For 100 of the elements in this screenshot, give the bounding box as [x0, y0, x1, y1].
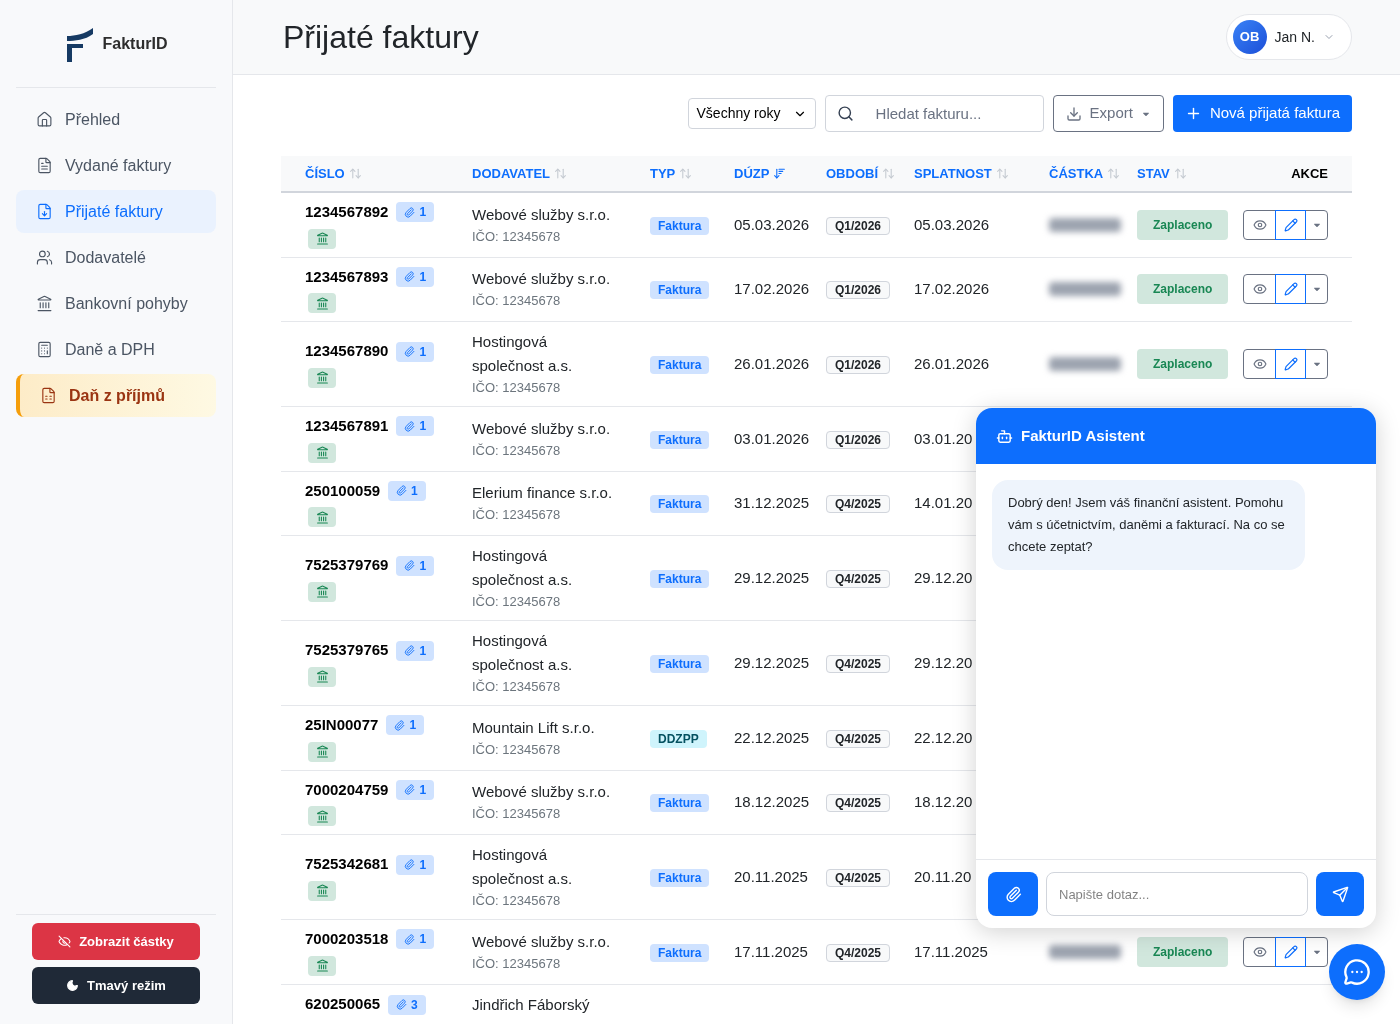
- attachment-badge[interactable]: 1: [388, 480, 426, 501]
- paperclip-icon: [404, 206, 416, 218]
- invoice-number: 1234567892: [305, 202, 389, 222]
- attach-button[interactable]: [988, 872, 1038, 916]
- attachment-badge[interactable]: 1: [396, 555, 435, 576]
- table-cell-text: 03.01.20: [914, 428, 973, 449]
- invoice-number: 250100059: [305, 480, 381, 501]
- status-badge: Zaplaceno: [1137, 936, 1229, 967]
- table-cell-text: 22.12.20: [914, 727, 973, 748]
- status-badge: Zaplaceno: [1137, 349, 1229, 379]
- chat-button[interactable]: [1329, 944, 1385, 1000]
- sidebar-item[interactable]: Vydané faktury: [16, 144, 216, 187]
- type-badge: Faktura: [650, 281, 710, 299]
- period-badge: Q4/2025: [826, 794, 891, 812]
- sidebar-item[interactable]: Dodavatelé: [16, 236, 216, 279]
- supplier-name: Hostingová společnost a.s.: [472, 845, 574, 889]
- paperclip-icon: [404, 859, 416, 870]
- status-badge: Zaplaceno: [1137, 209, 1229, 240]
- bank-glyph-icon: [315, 296, 329, 310]
- type-badge: DDZPP: [650, 729, 707, 748]
- supplier-id: IČO: 12345678: [472, 954, 562, 973]
- column-header[interactable]: STAV: [1137, 163, 1170, 184]
- paperclip-icon: [396, 485, 408, 497]
- invoice-number: 7525379769: [305, 555, 389, 576]
- period-badge: Q4/2025: [826, 654, 891, 673]
- column-header[interactable]: ČÁSTKA: [1049, 163, 1104, 184]
- column-header[interactable]: OBDOBÍ: [826, 163, 878, 184]
- brand-name: FakturID: [102, 33, 168, 54]
- attachment-badge[interactable]: 3: [388, 994, 426, 1015]
- attachment-badge[interactable]: 1: [396, 854, 435, 875]
- attachment-badge[interactable]: 1: [396, 266, 435, 287]
- supplier-name: Webové služby s.r.o.: [472, 931, 612, 952]
- bank-glyph-icon: [315, 232, 329, 245]
- period-badge: Q4/2025: [826, 868, 891, 887]
- bank-glyph-icon: [315, 670, 329, 684]
- export-button[interactable]: Export: [1052, 95, 1164, 132]
- attachment-badge[interactable]: 1: [396, 341, 435, 362]
- paperclip-icon: [404, 645, 416, 656]
- logo-icon: [64, 25, 95, 62]
- sidebar-item[interactable]: Bankovní pohyby: [16, 282, 216, 325]
- type-badge: Faktura: [650, 654, 710, 673]
- supplier-id: IČO: 12345678: [472, 506, 562, 525]
- dark-mode-button[interactable]: Tmavý režim: [32, 967, 200, 1004]
- invoice-number: 1234567893: [305, 266, 389, 287]
- column-header[interactable]: TYP: [650, 163, 676, 184]
- edit-button[interactable]: [1275, 936, 1306, 967]
- eye-icon: [1252, 357, 1267, 371]
- search-icon: [836, 105, 854, 122]
- table-cell-text: 31.12.2025: [734, 493, 810, 513]
- period-badge: Q1/2026: [826, 355, 891, 374]
- column-header[interactable]: DÚZP: [734, 163, 770, 184]
- table-cell-text: 26.01.2026: [734, 353, 810, 374]
- user-menu[interactable]: OB Jan N.: [1225, 14, 1352, 60]
- invoice-number: 7525379765: [305, 640, 389, 661]
- attachment-badge[interactable]: 1: [386, 715, 425, 736]
- document-download-icon: [36, 203, 53, 220]
- type-badge: Faktura: [650, 943, 710, 962]
- attachment-badge[interactable]: 1: [396, 202, 435, 223]
- paperclip-icon: [394, 719, 406, 731]
- search-field[interactable]: Hledat fakturu...: [824, 95, 1044, 132]
- column-header[interactable]: DODAVATEL: [472, 163, 550, 184]
- invoice-number: 25IN00077: [305, 715, 379, 735]
- column-header[interactable]: SPLATNOST: [914, 163, 992, 184]
- supplier-id: IČO: 12345678: [472, 227, 562, 246]
- attachment-badge[interactable]: 1: [396, 929, 435, 950]
- column-header: AKCE: [1291, 164, 1328, 183]
- period-badge: Q4/2025: [826, 729, 891, 748]
- attachment-badge[interactable]: 1: [396, 779, 435, 800]
- edit-button[interactable]: [1275, 209, 1306, 240]
- year-select[interactable]: Všechny roky: [687, 98, 816, 129]
- sidebar-item[interactable]: Přehled: [16, 98, 216, 141]
- paperclip-icon: [404, 784, 416, 796]
- invoice-number: 7000203518: [305, 929, 389, 949]
- eye-icon: [1252, 944, 1267, 959]
- supplier-id: IČO: 12345678: [472, 593, 562, 611]
- supplier-id: IČO: 12345678: [472, 740, 562, 759]
- send-button[interactable]: [1316, 872, 1364, 916]
- edit-button[interactable]: [1275, 349, 1306, 379]
- column-header[interactable]: ČÍSLO: [305, 163, 345, 184]
- table-cell-text: 03.01.2026: [734, 428, 810, 449]
- attachment-badge[interactable]: 1: [396, 640, 435, 661]
- paperclip-icon: [404, 346, 416, 357]
- sidebar-item[interactable]: Přijaté faktury: [16, 190, 216, 233]
- show-amounts-button[interactable]: Zobrazit částky: [32, 923, 200, 960]
- edit-button[interactable]: [1275, 274, 1306, 305]
- new-invoice-button[interactable]: Nová přijatá faktura: [1172, 95, 1352, 132]
- table-cell-text: 29.12.2025: [734, 567, 810, 588]
- bank-glyph-icon: [315, 809, 329, 823]
- bank-glyph-icon: [315, 446, 329, 459]
- sidebar-item[interactable]: Daň z příjmů: [16, 374, 216, 417]
- table-cell-text: 26.01.2026: [914, 353, 990, 374]
- type-badge: Faktura: [650, 868, 710, 887]
- sort-icon[interactable]: [773, 167, 787, 180]
- people-icon: [36, 249, 53, 266]
- type-badge: Faktura: [650, 355, 710, 374]
- attachment-badge[interactable]: 1: [396, 416, 435, 437]
- table-cell-text: 05.03.2026: [914, 214, 990, 235]
- table-cell-text: 17.02.2026: [734, 279, 810, 299]
- question-field[interactable]: Napište dotaz...: [1046, 872, 1308, 916]
- sidebar-item[interactable]: Daně a DPH: [16, 328, 216, 371]
